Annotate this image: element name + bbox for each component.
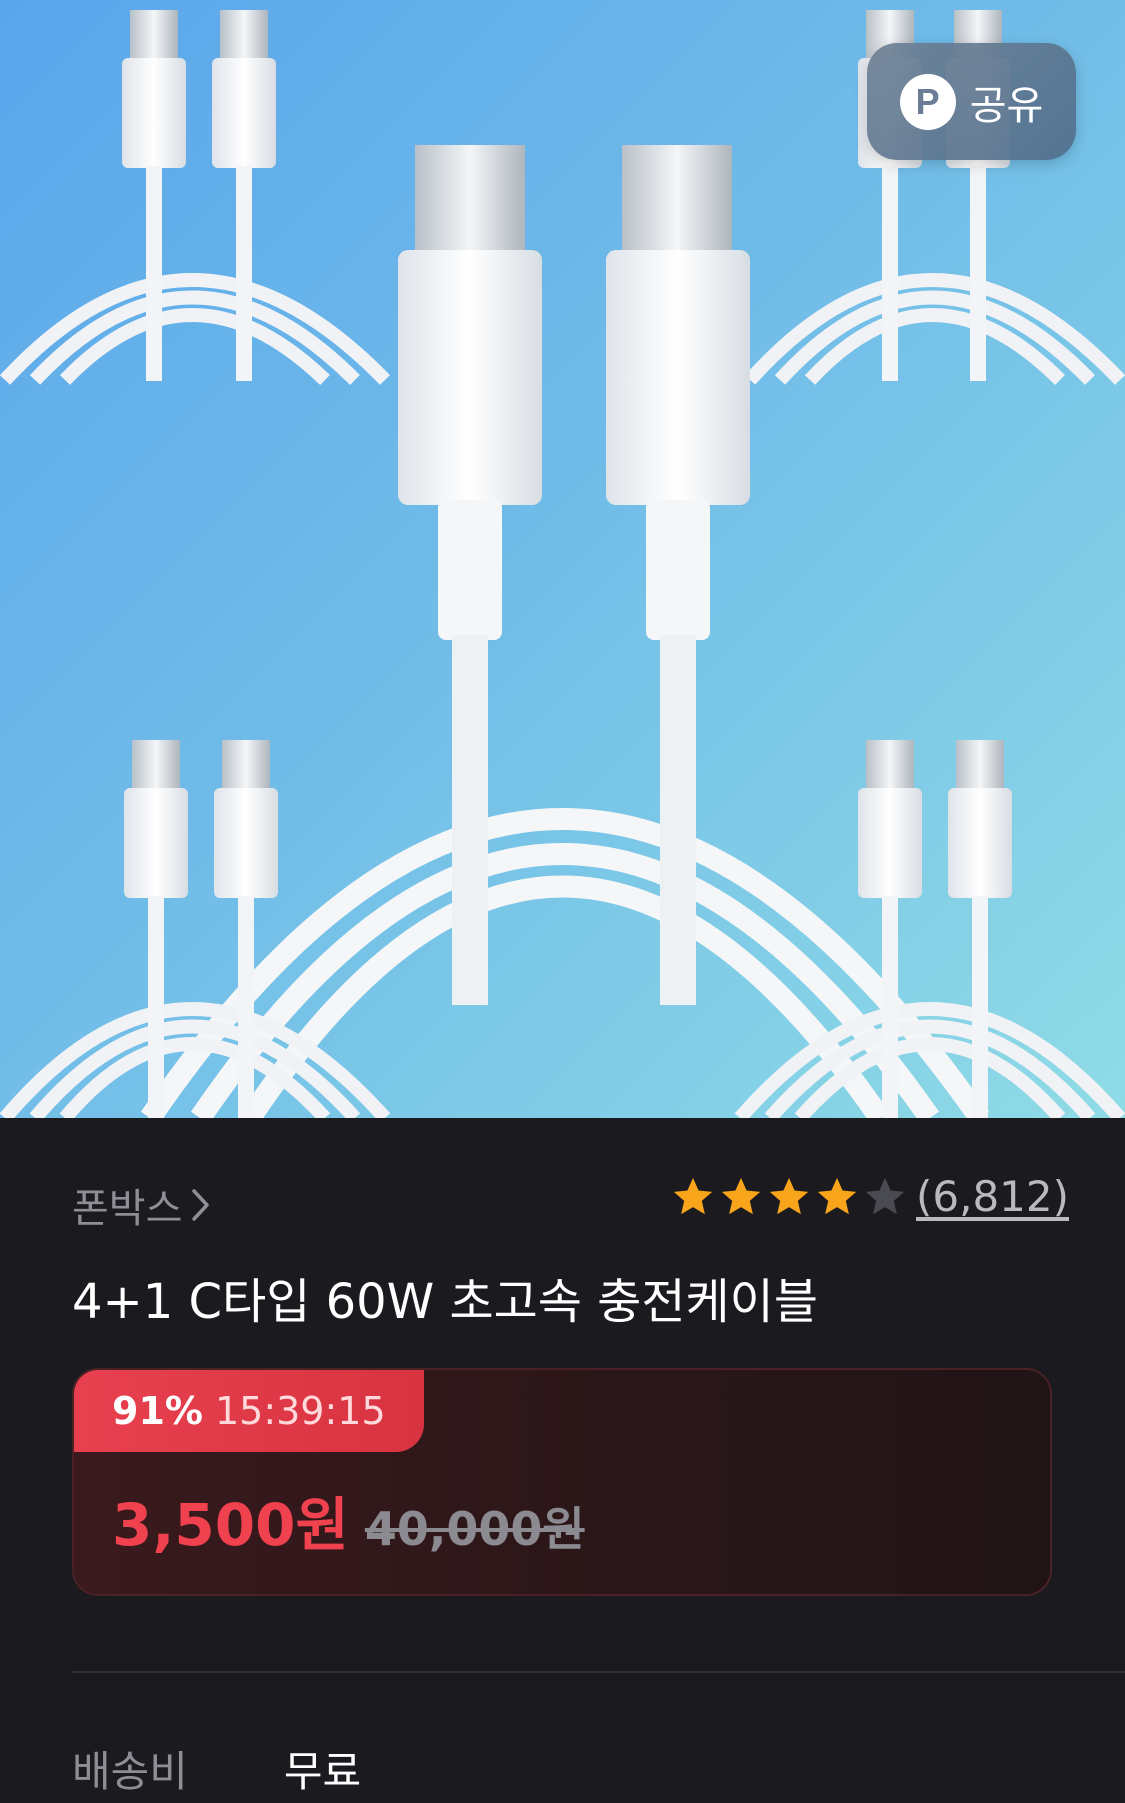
- original-price: 40,000원: [364, 1502, 585, 1556]
- price-row: 3,500원 40,000원: [112, 1478, 585, 1562]
- deal-badge: 91% 15:39:15: [74, 1370, 424, 1452]
- shipping-label: 배송비: [72, 1747, 188, 1796]
- star-rating: [670, 1174, 908, 1220]
- star-empty-icon: [865, 1177, 905, 1214]
- star-filled-icon: [817, 1177, 857, 1214]
- product-title: 4+1 C타입 60W 초고속 충전케이블: [72, 1274, 818, 1330]
- star-filled-icon: [721, 1177, 761, 1214]
- sale-price: 3,500원: [112, 1491, 349, 1559]
- seller-link[interactable]: 폰박스: [72, 1176, 212, 1234]
- rating: (6,812): [670, 1172, 1069, 1221]
- review-count-link[interactable]: (6,812): [916, 1172, 1069, 1221]
- cable-illustration: [0, 10, 1125, 1118]
- product-image[interactable]: P 공유: [0, 0, 1125, 1118]
- share-icon: P: [899, 73, 956, 130]
- share-button[interactable]: P 공유: [867, 43, 1076, 160]
- discount-rate: 91%: [112, 1389, 203, 1433]
- star-filled-icon: [673, 1177, 713, 1214]
- deal-box: 91% 15:39:15 3,500원 40,000원: [72, 1368, 1052, 1596]
- chevron-right-icon: [192, 1189, 210, 1221]
- shipping-row: 배송비 무료: [72, 1738, 361, 1799]
- seller-name: 폰박스: [72, 1186, 183, 1232]
- divider: [72, 1671, 1125, 1673]
- shipping-value: 무료: [283, 1747, 362, 1796]
- deal-timer: 15:39:15: [214, 1389, 386, 1433]
- star-filled-icon: [769, 1177, 809, 1214]
- share-label: 공유: [969, 82, 1044, 129]
